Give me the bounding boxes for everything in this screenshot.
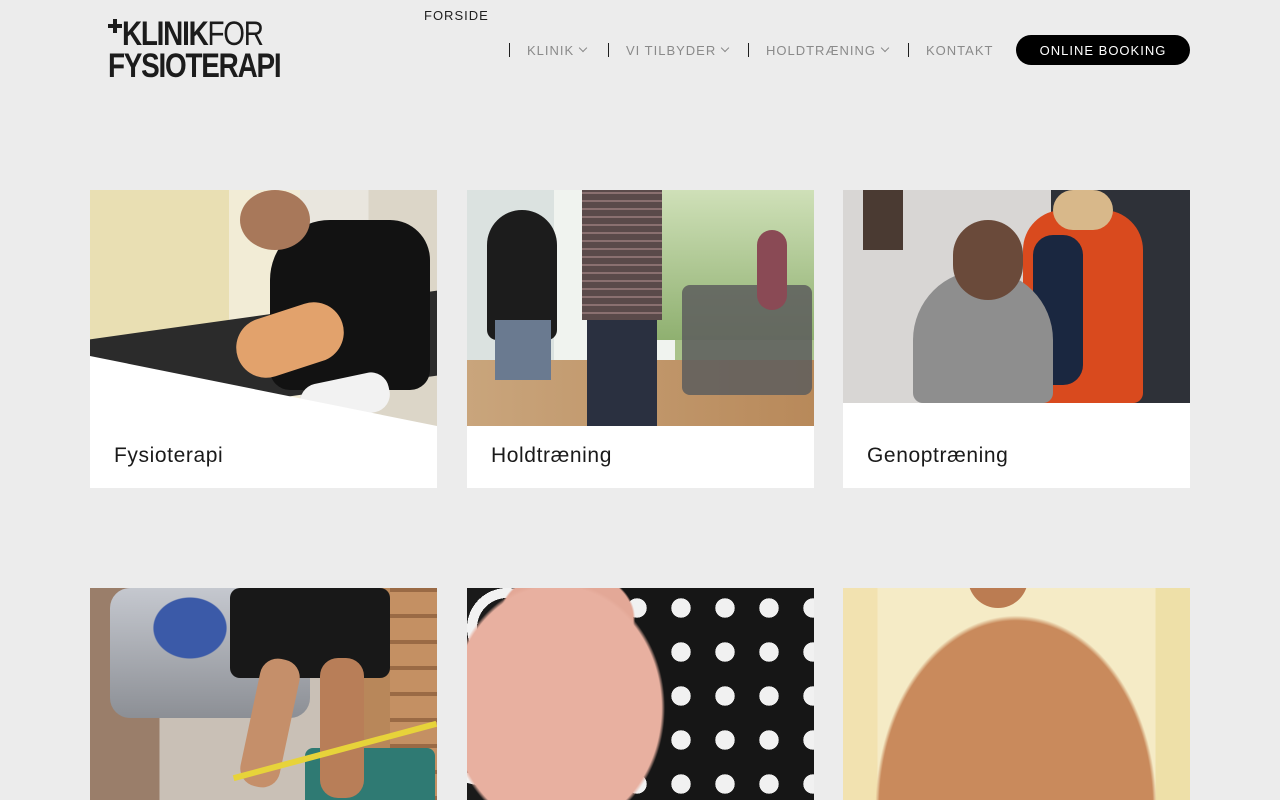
nav-divider bbox=[509, 43, 510, 57]
site-header: KLINIKFOR FYSIOTERAPI Forside Klinik Vi … bbox=[0, 0, 1280, 100]
card-image bbox=[467, 190, 814, 426]
nav-divider bbox=[608, 43, 609, 57]
nav-item-vi-tilbyder[interactable]: Vi tilbyder bbox=[626, 35, 730, 65]
chevron-down-icon bbox=[880, 43, 890, 53]
logo-line-1: KLINIKFOR bbox=[121, 15, 264, 53]
card-title: Holdtræning bbox=[491, 444, 612, 467]
chevron-down-icon bbox=[578, 43, 588, 53]
service-card-fysioterapi[interactable]: Fysioterapi bbox=[90, 190, 437, 488]
logo[interactable]: KLINIKFOR FYSIOTERAPI bbox=[108, 15, 308, 85]
card-image bbox=[90, 588, 437, 800]
service-card-genoptraening[interactable]: Genoptræning bbox=[843, 190, 1190, 488]
nav-item-holdtraening[interactable]: Holdtræning bbox=[766, 35, 890, 65]
card-image bbox=[843, 190, 1190, 403]
nav-item-label: Forside bbox=[424, 7, 489, 23]
service-card-5[interactable] bbox=[467, 588, 814, 800]
card-image bbox=[467, 588, 814, 800]
service-card-4[interactable] bbox=[90, 588, 437, 800]
nav-item-forside[interactable]: Forside bbox=[424, 0, 489, 30]
logo-line-2: FYSIOTERAPI bbox=[108, 47, 282, 85]
online-booking-button[interactable]: Online booking bbox=[1016, 35, 1190, 65]
card-title: Fysioterapi bbox=[114, 444, 224, 467]
nav-item-label: Kontakt bbox=[926, 42, 994, 58]
service-card-holdtraening[interactable]: Holdtræning bbox=[467, 190, 814, 488]
nav-item-klinik[interactable]: Klinik bbox=[527, 35, 588, 65]
card-title: Genoptræning bbox=[867, 444, 1009, 467]
chevron-down-icon bbox=[720, 43, 730, 53]
nav-divider bbox=[748, 43, 749, 57]
service-card-6[interactable] bbox=[843, 588, 1190, 800]
nav-divider bbox=[908, 43, 909, 57]
nav-item-label: Vi tilbyder bbox=[626, 42, 717, 58]
card-image bbox=[90, 190, 437, 426]
nav-item-kontakt[interactable]: Kontakt bbox=[926, 35, 993, 65]
card-image bbox=[843, 588, 1190, 800]
nav-item-label: Holdtræning bbox=[766, 42, 876, 58]
nav-item-label: Klinik bbox=[527, 42, 575, 58]
